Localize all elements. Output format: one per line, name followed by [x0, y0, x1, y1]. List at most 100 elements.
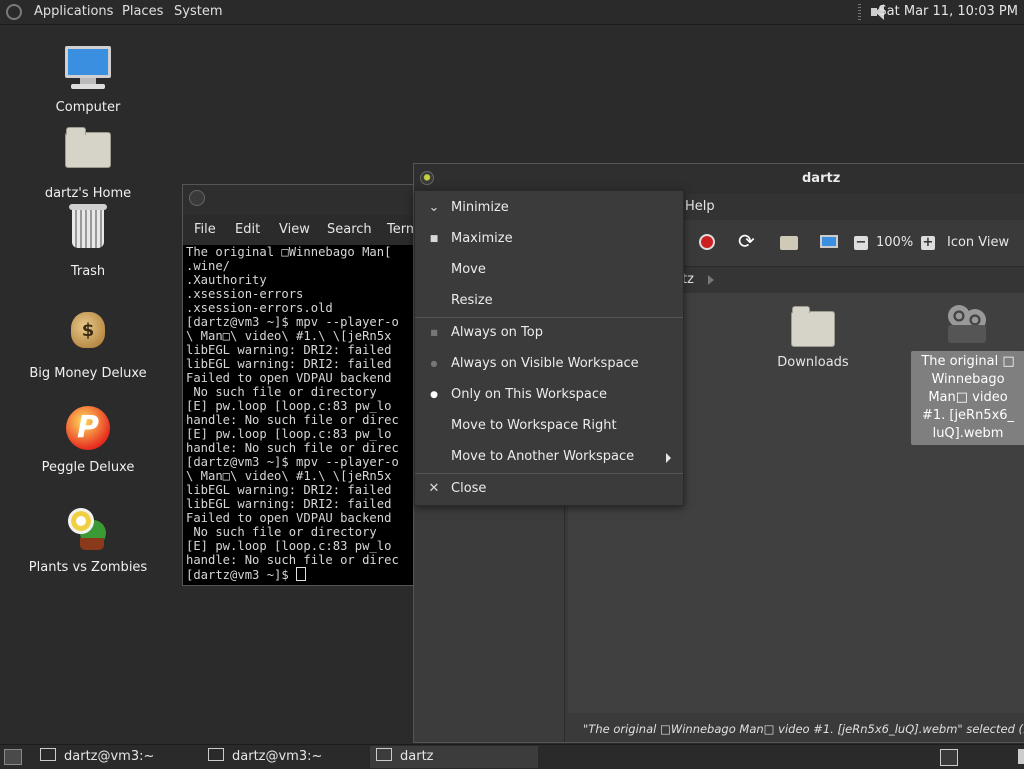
desktop-icon-label: Peggle Deluxe [41, 460, 135, 475]
desktop-icon-label: Trash [70, 264, 106, 279]
desktop-icon-pvz[interactable]: Plants vs Zombies [18, 504, 158, 575]
menu-item-move-another-workspace[interactable]: Move to Another Workspace [415, 443, 683, 471]
view-mode-select[interactable]: Icon View [947, 232, 1009, 254]
desktop-icon-computer[interactable]: Computer [18, 44, 158, 115]
trash-applet-icon[interactable] [1018, 749, 1024, 764]
radio-on-icon: ● [430, 390, 438, 400]
terminal-line: No such file or directory [186, 385, 377, 399]
zoom-in-button[interactable]: + [921, 236, 935, 250]
menu-search[interactable]: Search [327, 215, 372, 245]
plants-vs-zombies-icon [64, 506, 112, 554]
menu-item-label: Minimize [451, 200, 509, 215]
desktop-icon-label: dartz's Home [44, 186, 132, 201]
menu-item-always-on-top[interactable]: ■ Always on Top [415, 319, 683, 347]
terminal-line: libEGL warning: DRI2: failed [186, 343, 392, 357]
radio-off-icon: ● [430, 359, 438, 368]
workspace-switcher-icon[interactable] [940, 749, 958, 766]
menu-item-move[interactable]: Move [415, 256, 683, 284]
menu-item-move-workspace-right[interactable]: Move to Workspace Right [415, 412, 683, 440]
menu-item-only-this-workspace[interactable]: ● Only on This Workspace [415, 381, 683, 409]
stop-icon[interactable] [699, 234, 715, 250]
task-terminal-1[interactable]: dartz@vm3:~ [34, 746, 194, 768]
terminal-window[interactable]: File Edit View Search Term The original … [182, 184, 424, 586]
computer-icon [64, 46, 112, 94]
zoom-level: 100% [876, 235, 914, 250]
window-menu-button[interactable] [189, 190, 205, 206]
status-bar: "The original □Winnebago Man□ video #1. … [568, 717, 1024, 742]
terminal-line: The original □Winnebago Man[ [186, 245, 392, 259]
file-item-downloads[interactable]: Downloads [758, 303, 868, 370]
terminal-line: .xsession-errors [186, 287, 304, 301]
video-file-icon [946, 305, 990, 345]
window-menu-button[interactable] [420, 171, 434, 185]
panel-handle[interactable] [858, 4, 861, 20]
menu-help[interactable]: Help [685, 194, 715, 220]
terminal-output[interactable]: The original □Winnebago Man[.wine/.Xauth… [183, 245, 423, 582]
terminal-line: [dartz@vm3 ~]$ mpv --player-o [186, 315, 399, 329]
menu-item-minimize[interactable]: ⌄ Minimize [415, 194, 683, 222]
menu-item-maximize[interactable]: ■ Maximize [415, 225, 683, 253]
task-file-manager[interactable]: dartz [370, 746, 538, 768]
task-label: dartz@vm3:~ [232, 749, 323, 764]
terminal-icon [40, 748, 56, 761]
submenu-arrow-icon [666, 453, 671, 463]
menu-file[interactable]: File [194, 215, 216, 245]
terminal-line: [dartz@vm3 ~]$ mpv --player-o [186, 455, 399, 469]
task-label: dartz [400, 749, 434, 764]
menu-item-label: Always on Visible Workspace [451, 356, 639, 371]
applications-menu[interactable]: Applications [34, 0, 113, 24]
terminal-titlebar[interactable] [183, 185, 423, 215]
menu-item-label: Resize [451, 293, 493, 308]
terminal-line: libEGL warning: DRI2: failed [186, 497, 392, 511]
distro-logo-icon[interactable] [6, 4, 22, 20]
system-menu[interactable]: System [174, 0, 222, 24]
file-label: Downloads [777, 355, 849, 370]
terminal-line: handle: No such file or direc [186, 413, 399, 427]
menu-item-resize[interactable]: Resize [415, 287, 683, 315]
terminal-line: \ Man□\ video\ #1.\ \[jeRn5x [186, 329, 392, 343]
terminal-line: Failed to open VDPAU backend [186, 511, 392, 525]
maximize-icon: ■ [429, 234, 439, 244]
terminal-line: \ Man□\ video\ #1.\ \[jeRn5x [186, 469, 392, 483]
terminal-line: .Xauthority [186, 273, 267, 287]
places-menu[interactable]: Places [122, 0, 163, 24]
terminal-line: .wine/ [186, 259, 231, 273]
desktop-icon-label: Computer [55, 100, 121, 115]
clock[interactable]: Sat Mar 11, 10:03 PM [878, 0, 1018, 24]
money-bag-icon: $ [64, 312, 112, 360]
close-icon: ✕ [428, 481, 440, 496]
computer-icon[interactable] [820, 235, 838, 248]
peggle-icon: P [64, 406, 112, 454]
desktop-icon-trash[interactable]: Trash [18, 204, 158, 279]
home-icon[interactable] [780, 236, 798, 250]
menu-item-label: Only on This Workspace [451, 387, 607, 402]
task-terminal-2[interactable]: dartz@vm3:~ [202, 746, 362, 768]
terminal-line: Failed to open VDPAU backend [186, 371, 392, 385]
menu-edit[interactable]: Edit [235, 215, 260, 245]
window-context-menu: ⌄ Minimize ■ Maximize Move Resize ■ Alwa… [414, 190, 684, 506]
breadcrumb-arrow-icon[interactable] [708, 275, 714, 285]
task-label: dartz@vm3:~ [64, 749, 155, 764]
menu-item-close[interactable]: ✕ Close [415, 475, 683, 503]
home-folder-icon [64, 127, 112, 180]
minimize-icon: ⌄ [428, 200, 440, 215]
zoom-out-button[interactable]: − [854, 236, 868, 250]
show-desktop-icon[interactable] [4, 749, 22, 765]
bottom-panel: dartz@vm3:~ dartz@vm3:~ dartz [0, 744, 1024, 769]
text-cursor [296, 567, 307, 581]
menu-view[interactable]: View [279, 215, 310, 245]
checkbox-icon: ■ [430, 328, 438, 337]
desktop-icon-peggle[interactable]: P Peggle Deluxe [18, 404, 158, 475]
terminal-prompt[interactable]: [dartz@vm3 ~]$ [186, 567, 420, 582]
file-item-video[interactable]: The original □ Winnebago Man□ video #1. … [911, 301, 1024, 445]
desktop-icon-home[interactable]: dartz's Home [18, 124, 158, 201]
terminal-icon [208, 748, 224, 761]
trash-icon [64, 204, 112, 258]
menu-item-label: Maximize [451, 231, 513, 246]
terminal-line: [E] pw.loop [loop.c:83 pw_lo [186, 427, 392, 441]
reload-icon[interactable]: ⟳ [738, 231, 756, 251]
folder-icon [791, 306, 835, 347]
desktop-icon-big-money[interactable]: $ Big Money Deluxe [18, 304, 158, 381]
menu-item-always-visible-workspace[interactable]: ● Always on Visible Workspace [415, 350, 683, 378]
terminal-line: No such file or directory [186, 525, 377, 539]
